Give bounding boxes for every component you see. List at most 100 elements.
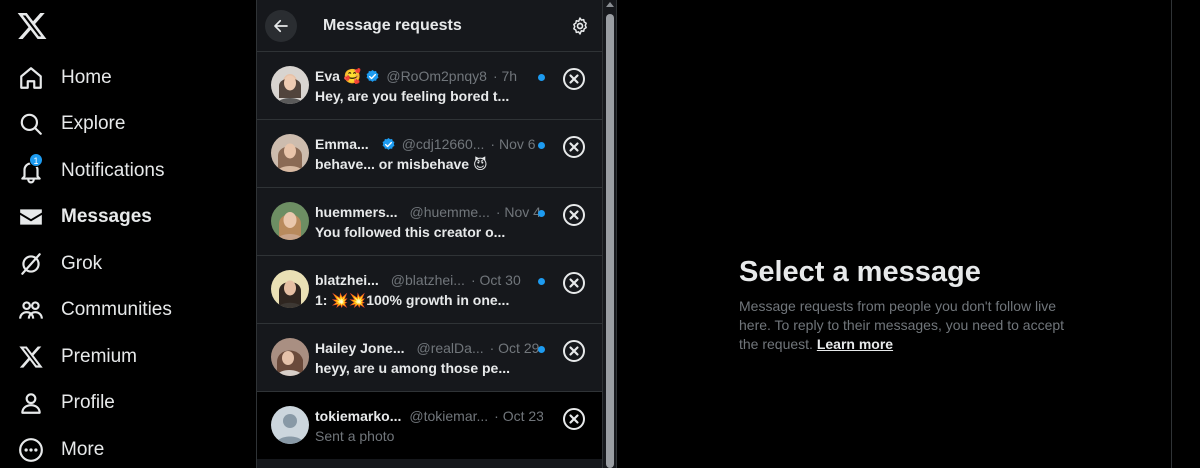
nav-explore[interactable]: Explore <box>6 102 137 146</box>
gear-icon <box>573 17 587 35</box>
request-row[interactable]: Eva 🥰 @RoOm2pnqy8 · 7h Hey, are you feel… <box>257 51 603 119</box>
unread-dot <box>538 74 545 81</box>
unread-dot <box>538 210 545 217</box>
request-row[interactable]: huemmers... @huemme... · Nov 4 You follo… <box>257 187 603 255</box>
nav-grok-label: Grok <box>61 253 103 274</box>
sender-handle: @cdj12660... <box>401 136 485 152</box>
nav-profile[interactable]: Profile <box>6 381 127 425</box>
sender-name: tokiemarko... <box>315 408 402 424</box>
message-time: · Oct 30 <box>470 272 521 288</box>
sender-handle: @realDa... <box>416 340 484 356</box>
x-logo-icon <box>18 344 44 370</box>
person-icon <box>18 390 44 416</box>
communities-icon <box>18 297 44 323</box>
unread-dot <box>538 346 545 353</box>
verified-badge-icon <box>382 137 395 150</box>
close-circle-icon <box>563 272 585 294</box>
avatar[interactable] <box>271 270 309 308</box>
nav-communities-label: Communities <box>61 299 172 320</box>
sender-name: Hailey Jone... <box>315 340 405 356</box>
dismiss-request-button[interactable] <box>562 67 586 91</box>
avatar[interactable] <box>271 338 309 376</box>
more-circle-icon <box>18 437 44 463</box>
bell-icon: 1 <box>18 153 44 184</box>
grok-icon <box>18 251 44 277</box>
message-time: · Oct 23 <box>494 408 543 424</box>
arrow-left-icon <box>274 19 288 33</box>
message-requests-panel: Message requests Eva 🥰 @RoOm2pnqy8 · 7h … <box>256 0 603 468</box>
sender-name: Emma... <box>315 136 369 152</box>
detail-body-text: Message requests from people you don't f… <box>739 298 1065 352</box>
sender-name: Eva <box>315 68 340 84</box>
message-preview: Hey, are you feeling bored t... <box>315 88 510 104</box>
sender-name: blatzhei... <box>315 272 379 288</box>
message-preview: Sent a photo <box>315 428 395 444</box>
detail-title: Select a message <box>739 256 981 288</box>
search-icon <box>18 111 44 137</box>
close-circle-icon <box>563 340 585 362</box>
request-row[interactable]: Hailey Jone... @realDa... · Oct 29 heyy,… <box>257 323 603 391</box>
avatar[interactable] <box>271 134 309 172</box>
requests-header: Message requests <box>257 0 602 52</box>
nav-premium-label: Premium <box>61 346 138 367</box>
avatar[interactable] <box>271 66 309 104</box>
message-time: · Nov 6 <box>490 136 536 152</box>
close-circle-icon <box>563 408 585 430</box>
dismiss-request-button[interactable] <box>562 271 586 295</box>
message-preview: behave... or misbehave 😈 <box>315 156 488 172</box>
nav-home-label: Home <box>61 67 112 88</box>
sender-name: huemmers... <box>315 204 398 220</box>
unread-dot <box>538 278 545 285</box>
sender-handle: @huemme... <box>409 204 490 220</box>
verified-badge-icon <box>366 69 379 82</box>
message-time: · Nov 4 <box>495 204 541 220</box>
nav-premium[interactable]: Premium <box>6 335 149 379</box>
scroll-up-arrow-icon[interactable] <box>606 2 614 7</box>
close-circle-icon <box>563 204 585 226</box>
message-preview: You followed this creator o... <box>315 224 506 240</box>
message-preview: 1: 💥💥100% growth in one... <box>315 292 510 308</box>
nav-communities[interactable]: Communities <box>6 288 184 332</box>
notifications-badge: 1 <box>29 153 43 167</box>
dismiss-request-button[interactable] <box>562 203 586 227</box>
x-logo-icon[interactable] <box>16 10 48 42</box>
requests-title: Message requests <box>323 17 462 34</box>
request-row[interactable]: Emma... @cdj12660... · Nov 6 behave... o… <box>257 119 603 187</box>
name-emoji: 🥰 <box>343 67 362 84</box>
back-button[interactable] <box>265 10 297 42</box>
sender-handle: @tokiemar... <box>409 408 489 424</box>
nav-more[interactable]: More <box>6 428 116 468</box>
detail-description: Message requests from people you don't f… <box>739 297 1069 354</box>
dismiss-request-button[interactable] <box>562 407 586 431</box>
left-navigation: Home Explore 1 Notifications Messages Gr… <box>0 0 256 468</box>
envelope-icon <box>18 204 44 230</box>
nav-explore-label: Explore <box>61 113 126 134</box>
dismiss-request-button[interactable] <box>562 339 586 363</box>
scrollbar[interactable] <box>602 0 616 468</box>
sender-handle: @RoOm2pnqy8 <box>386 68 487 84</box>
dismiss-request-button[interactable] <box>562 135 586 159</box>
message-time: · Oct 29 <box>489 340 540 356</box>
sender-handle: @blatzhei... <box>390 272 465 288</box>
request-row[interactable]: tokiemarko... @tokiemar... · Oct 23 Sent… <box>257 391 603 459</box>
settings-button[interactable] <box>570 16 590 36</box>
scrollbar-thumb[interactable] <box>606 14 614 468</box>
default-avatar-icon[interactable] <box>271 406 309 444</box>
request-row[interactable]: blatzhei... @blatzhei... · Oct 30 1: 💥💥1… <box>257 255 603 323</box>
nav-profile-label: Profile <box>61 392 115 413</box>
nav-grok[interactable]: Grok <box>6 242 114 286</box>
message-detail-panel: Select a message Message requests from p… <box>616 0 1172 468</box>
home-icon <box>18 65 44 91</box>
nav-messages-label: Messages <box>61 206 152 227</box>
unread-dot <box>538 142 545 149</box>
nav-notifications-label: Notifications <box>61 160 165 181</box>
message-preview: heyy, are u among those pe... <box>315 360 511 376</box>
close-circle-icon <box>563 68 585 90</box>
avatar[interactable] <box>271 202 309 240</box>
nav-home[interactable]: Home <box>6 56 124 100</box>
nav-messages[interactable]: Messages <box>6 195 164 239</box>
nav-notifications[interactable]: 1 Notifications <box>6 149 177 193</box>
nav-more-label: More <box>61 439 105 460</box>
message-time: · 7h <box>492 68 518 84</box>
learn-more-link[interactable]: Learn more <box>817 336 893 352</box>
